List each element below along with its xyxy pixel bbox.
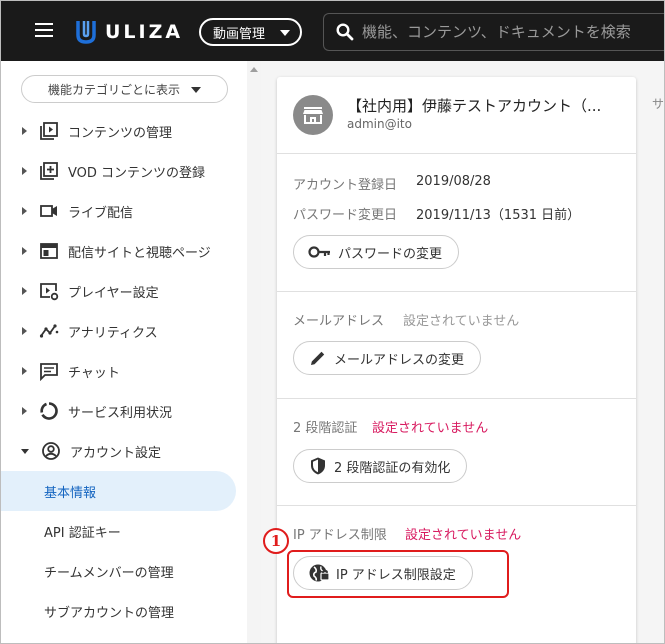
sidebar-item-analytics[interactable]: アナリティクス	[1, 313, 241, 349]
analytics-icon	[38, 320, 60, 342]
sidebar-item-account-settings[interactable]: アカウント設定	[1, 433, 241, 469]
twofa-label: 2 段階認証	[293, 421, 358, 436]
expand-arrow-icon	[22, 287, 27, 295]
player-settings-icon	[38, 280, 60, 302]
expand-arrow-icon	[22, 327, 27, 335]
sidebar-subitem-api-key[interactable]: API 認証キー	[1, 511, 236, 551]
scroll-up-arrow-icon[interactable]	[250, 67, 258, 72]
sidebar: 機能カテゴリごとに表示 コンテンツの管理 VOD コンテンツの登録 ライブ配信	[1, 61, 247, 643]
shield-icon	[311, 457, 325, 475]
sidebar-item-usage[interactable]: サービス利用状況	[1, 393, 241, 429]
sidebar-item-vod-register[interactable]: VOD コンテンツの登録	[1, 153, 241, 189]
top-bar: ULIZA 動画管理	[1, 1, 664, 61]
twofa-status: 設定されていません	[372, 421, 489, 436]
sidebar-item-label: サービス利用状況	[68, 405, 173, 421]
sidebar-scrollbar[interactable]	[247, 61, 261, 643]
store-icon	[303, 107, 323, 124]
menu-icon[interactable]	[35, 23, 53, 37]
sidebar-item-chat[interactable]: チャット	[1, 353, 241, 389]
expand-arrow-icon	[22, 247, 27, 255]
expand-arrow-icon	[22, 207, 27, 215]
enable-twofa-button[interactable]: 2 段階認証の有効化	[293, 449, 468, 483]
pencil-icon	[311, 351, 325, 365]
logo-mark-icon	[76, 21, 96, 44]
divider	[277, 153, 636, 154]
password-changed-label: パスワード変更日	[293, 208, 398, 223]
collapse-arrow-icon	[21, 448, 29, 454]
category-view-label: 機能カテゴリごとに表示	[48, 82, 181, 97]
sidebar-item-player[interactable]: プレイヤー設定	[1, 273, 241, 309]
account-circle-icon	[40, 440, 62, 462]
divider	[277, 291, 636, 292]
chat-icon	[38, 360, 60, 382]
account-name: 【社内用】伊藤テストアカウント（...	[347, 97, 602, 115]
play-box-icon	[38, 120, 60, 142]
ip-restriction-status: 設定されていません	[405, 528, 522, 543]
video-camera-icon	[38, 200, 60, 222]
sidebar-subitem-label: サブアカウントの管理	[44, 605, 175, 621]
sidebar-subitem-label: API 認証キー	[44, 525, 121, 541]
clipped-edge-text: サ	[652, 97, 665, 111]
ip-restriction-label: IP アドレス制限	[293, 528, 387, 543]
sidebar-item-label: コンテンツの管理	[68, 125, 173, 141]
expand-arrow-icon	[22, 407, 27, 415]
email-status: 設定されていません	[403, 314, 520, 329]
sidebar-subitem-team-members[interactable]: チームメンバーの管理	[1, 551, 236, 591]
highlight-box	[287, 550, 509, 598]
search-input[interactable]	[362, 23, 662, 41]
callout-number: 1	[263, 528, 289, 554]
account-id: admin@ito	[347, 117, 412, 131]
caret-down-icon	[191, 87, 201, 93]
divider	[277, 505, 636, 506]
sidebar-item-label: ライブ配信	[68, 205, 134, 221]
expand-arrow-icon	[22, 167, 27, 175]
change-email-label: メールアドレスの変更	[334, 352, 465, 368]
add-box-icon	[38, 160, 60, 182]
mode-select-label: 動画管理	[213, 26, 266, 42]
caret-down-icon	[280, 30, 290, 36]
search-box[interactable]	[323, 13, 664, 51]
sidebar-item-live[interactable]: ライブ配信	[1, 193, 241, 229]
enable-twofa-label: 2 段階認証の有効化	[334, 460, 451, 476]
expand-arrow-icon	[22, 127, 27, 135]
divider	[277, 398, 636, 399]
sidebar-item-contents[interactable]: コンテンツの管理	[1, 113, 241, 149]
change-email-button[interactable]: メールアドレスの変更	[293, 341, 482, 375]
sidebar-item-sites[interactable]: 配信サイトと視聴ページ	[1, 233, 241, 269]
sidebar-subitem-label: 基本情報	[44, 485, 97, 501]
sidebar-item-label: アカウント設定	[70, 445, 162, 461]
logo-text: ULIZA	[105, 21, 184, 43]
sidebar-subitem-sub-accounts[interactable]: サブアカウントの管理	[1, 591, 236, 631]
search-icon	[336, 23, 354, 41]
sidebar-item-label: チャット	[68, 365, 120, 381]
mode-select[interactable]: 動画管理	[199, 18, 302, 46]
app-window: ULIZA 動画管理 機能カテゴリごとに表示 コンテンツの管理	[0, 0, 665, 644]
registered-value: 2019/08/28	[416, 174, 491, 189]
change-password-button[interactable]: パスワードの変更	[293, 235, 460, 269]
sidebar-item-label: 配信サイトと視聴ページ	[68, 245, 211, 261]
web-page-icon	[38, 240, 60, 262]
email-label: メールアドレス	[293, 314, 385, 329]
registered-label: アカウント登録日	[293, 178, 398, 193]
sidebar-subitem-basic-info[interactable]: 基本情報	[1, 471, 236, 511]
sidebar-subitem-label: チームメンバーの管理	[44, 565, 174, 581]
key-icon	[308, 246, 330, 258]
password-changed-value: 2019/11/13（1531 日前）	[416, 208, 581, 223]
sidebar-item-label: アナリティクス	[68, 325, 158, 341]
category-view-button[interactable]: 機能カテゴリごとに表示	[21, 75, 228, 103]
usage-ring-icon	[38, 400, 60, 422]
sidebar-item-label: VOD コンテンツの登録	[68, 165, 206, 181]
sidebar-item-label: プレイヤー設定	[68, 285, 159, 301]
expand-arrow-icon	[22, 367, 27, 375]
account-avatar	[293, 95, 333, 135]
change-password-label: パスワードの変更	[338, 246, 443, 262]
uliza-logo[interactable]: ULIZA	[75, 17, 183, 47]
